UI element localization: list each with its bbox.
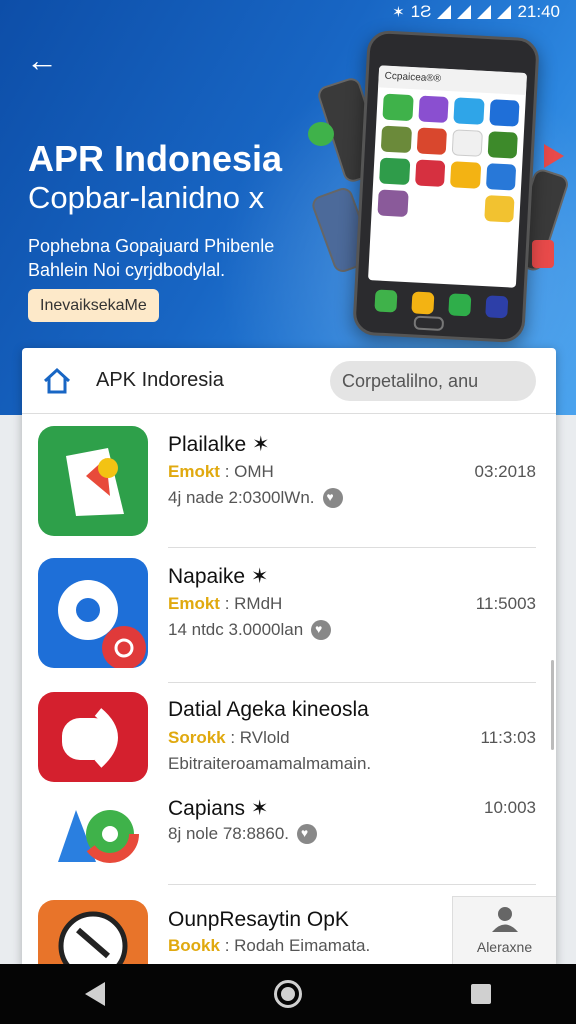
app-thumb-icon [414,159,446,187]
app-subtitle-text: 8j nole 78:8860. [168,824,289,843]
app-thumb-icon [483,195,515,223]
nav-recents-icon[interactable] [471,984,492,1004]
hero-subtitle: Copbar-lanidno x [28,180,265,215]
hero-title: APR Indonesia [28,138,283,179]
nav-back-icon[interactable] [84,982,105,1006]
app-name: Napaike ✶ [168,565,269,588]
hero-cta-button[interactable]: InevaiksekaMe [28,289,159,322]
status-bar: ✶ 1Ƨ 21:40 [0,0,576,24]
phone-dock-icon [447,293,471,317]
app-meta: Bookk : Rodah Eimamata. [168,936,370,956]
list-item[interactable]: Plailalke ✶ Emokt : OMH 4j nade 2:0300lW… [22,426,556,552]
app-icon [38,426,148,536]
clock: 21:40 [517,2,560,21]
home-icon[interactable] [42,366,72,396]
wifi-icon [477,5,492,19]
app-meta-text: : Rodah Eimamata. [219,936,371,955]
app-meta: Sorokk : RVlold [168,728,290,748]
list-item[interactable]: Capians ✶ 8j nole 78:8860. 10:003 [22,788,556,888]
nav-home-icon[interactable] [273,980,302,1008]
profile-label: Aleraxne [476,939,533,955]
play-icon [544,144,564,168]
app-thumb-icon [448,193,480,221]
system-nav-bar [0,964,576,1024]
app-tag: Emokt [168,594,220,613]
app-thumb-icon [488,99,520,127]
app-thumb-icon [412,191,444,219]
app-subtitle: 8j nole 78:8860. [168,824,317,844]
app-thumb-icon [417,95,449,123]
profile-icon [490,905,520,933]
app-time: 11:3:03 [480,728,536,747]
app-thumb-icon [380,125,412,154]
app-subtitle: 4j nade 2:0300lWn. [168,488,343,508]
app-name: Capians ✶ [168,797,269,820]
app-subtitle: Ebitraiteroamamalmamain. [168,754,371,774]
favorite-icon[interactable] [311,620,332,640]
app-thumb-icon [485,163,517,191]
favorite-icon[interactable] [322,488,343,508]
list-item[interactable]: Napaike ✶ Emokt : RMdH 14 ntdc 3.0000lan… [22,558,556,684]
phone-dock-icon [373,289,397,313]
app-subtitle-text: 4j nade 2:0300lWn. [168,488,315,507]
app-meta: Emokt : OMH [168,462,274,482]
app-icon [38,558,148,668]
divider [168,547,536,548]
app-list-card: APK Indoresia Corpetalilno, anu Plailalk… [22,348,556,968]
app-meta: Emokt : RMdH [168,594,282,614]
app-thumb-icon [377,189,409,217]
app-time: 10:003 [484,798,536,817]
music-icon [532,240,554,268]
phone-illustration: Ccpaicea®® [352,29,540,344]
profile-tab[interactable]: Aleraxne [452,896,556,968]
app-icon [38,692,148,782]
app-time: 11:5003 [475,594,536,613]
phone-dock [366,289,515,319]
app-name: Plailalke ✶ [168,433,270,456]
signal-icon-2 [457,5,472,19]
app-icon [38,790,148,880]
app-tag: Emokt [168,462,220,481]
app-meta-text: : RMdH [219,594,283,613]
card-title: APK Indoresia [96,369,224,391]
app-tag: Bookk [168,936,220,955]
app-meta-text: : RVlold [225,728,290,747]
divider [168,884,536,885]
list-item[interactable]: Datial Ageka kineosla Sorokk : RVlold Eb… [22,692,556,788]
app-thumb-icon [382,93,414,122]
phone-screen: Ccpaicea®® [367,65,528,288]
app-tag: Sorokk [168,728,226,747]
favorite-icon[interactable] [297,824,317,844]
phone-dock-icon [410,291,434,315]
app-icon [38,900,148,968]
back-arrow-icon[interactable]: ← [26,42,62,78]
app-time: 03:2018 [474,462,536,481]
app-name: Datial Ageka kineosla [168,698,369,721]
app-subtitle-text: Ebitraiteroamamalmamain. [168,754,372,773]
card-header: APK Indoresia Corpetalilno, anu [22,348,556,414]
phone-app-grid [371,87,526,229]
app-name: OunpResaytin OpK [168,908,349,931]
bluetooth-icon: ✶ [392,4,405,21]
app-thumb-icon [449,161,481,189]
app-thumb-icon [451,129,483,157]
app-thumb-icon [453,97,485,125]
chat-bubble-icon [308,122,334,146]
signal-icon [437,5,452,19]
phone-home-button [413,315,445,332]
search-input[interactable]: Corpetalilno, anu [330,360,536,401]
scrollbar[interactable] [551,660,554,750]
app-subtitle: 14 ntdc 3.0000lan [168,620,332,640]
app-subtitle-text: 14 ntdc 3.0000lan [168,620,304,639]
network-label: 1Ƨ [410,2,432,21]
app-thumb-icon [487,131,518,159]
battery-icon [497,5,512,19]
hero-description: Pophebna Gopajuard Phibenle Bahlein Noi … [28,236,275,280]
phone-dock-icon [484,295,508,319]
divider [168,682,536,683]
app-thumb-icon [379,157,410,186]
app-thumb-icon [416,127,448,155]
app-meta-text: : OMH [219,462,274,481]
